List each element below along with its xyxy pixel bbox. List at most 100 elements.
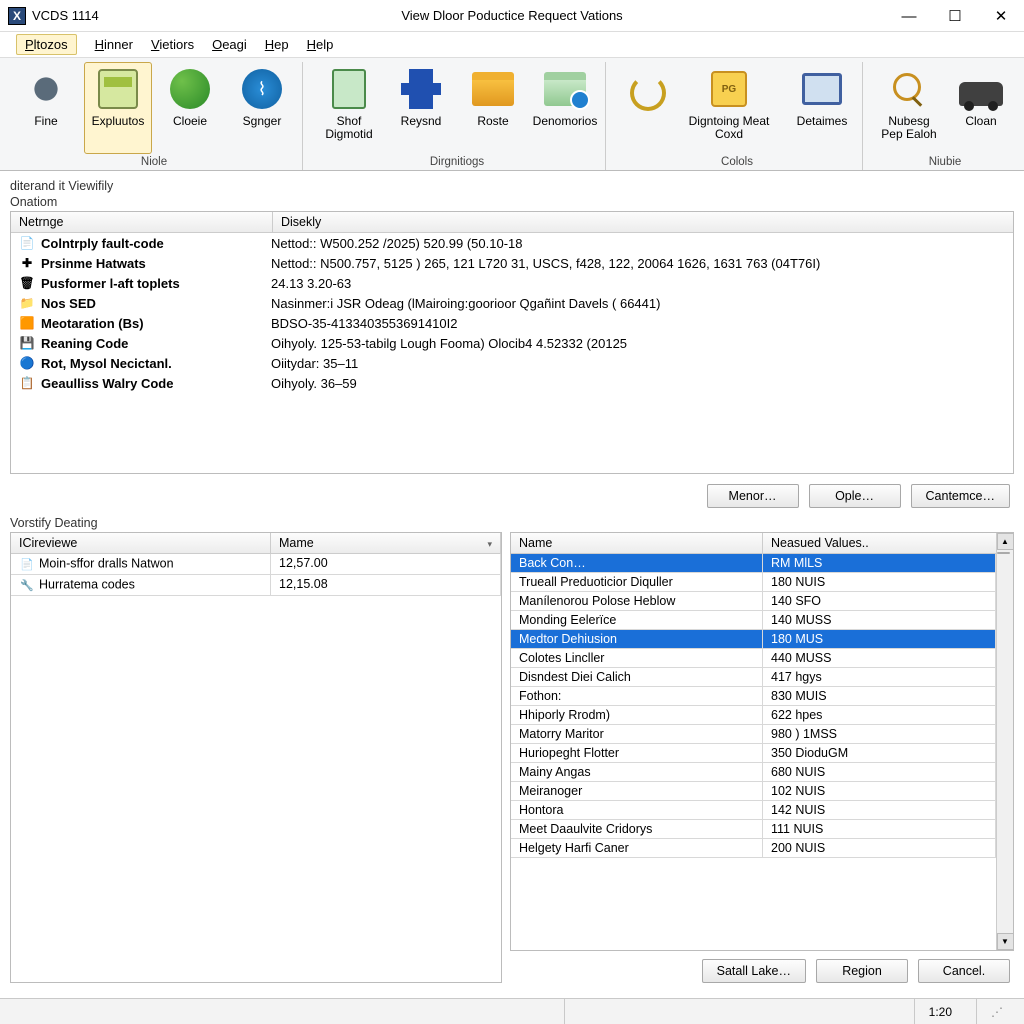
cell-value: 142 NUIS bbox=[763, 801, 996, 819]
info-value: Oihyoly. 36–59 bbox=[271, 376, 1005, 391]
right-th-val[interactable]: Neasued Values.. bbox=[763, 533, 1013, 553]
right-th-name[interactable]: Name bbox=[511, 533, 763, 553]
cell-value: 980 ) 1MSS bbox=[763, 725, 996, 743]
menu-vietiors[interactable]: Vietiors bbox=[151, 37, 194, 52]
mag-icon bbox=[889, 69, 929, 109]
ribbon-btn-expluutos[interactable]: Expluutos bbox=[84, 62, 152, 154]
ribbon-group: Nubesg Pep EalohCloanNiubie bbox=[869, 62, 1021, 170]
table-row[interactable]: 🔧Hurratema codes12,15.08 bbox=[11, 575, 501, 596]
ribbon-btn-sgnger[interactable]: ⌇Sgnger bbox=[228, 62, 296, 154]
cell-name: Disndest Diei Calich bbox=[511, 668, 763, 686]
ribbon-leading-icon[interactable] bbox=[618, 62, 670, 154]
info-value: Oiitydar: 35–11 bbox=[271, 356, 1005, 371]
row-icon: 🗑 bbox=[19, 275, 35, 291]
table-row[interactable]: Back Con…RM MlLS bbox=[511, 554, 996, 573]
scrollbar-vertical[interactable]: ▲ ▼ bbox=[996, 533, 1013, 950]
cell-value: 680 NUIS bbox=[763, 763, 996, 781]
scroll-thumb[interactable] bbox=[997, 552, 1010, 554]
table-row[interactable]: Meiranoger102 NUIS bbox=[511, 782, 996, 801]
menu-hep[interactable]: Hep bbox=[265, 37, 289, 52]
ribbon-group-label: Dirgnitiogs bbox=[430, 156, 484, 168]
table-row[interactable]: Hontora142 NUIS bbox=[511, 801, 996, 820]
cell-value: 180 NUIS bbox=[763, 573, 996, 591]
btn-ople-[interactable]: Ople… bbox=[809, 484, 901, 508]
info-row[interactable]: 📁Nos SEDNasinmer:i JSR Odeag (lMairoing:… bbox=[11, 293, 1013, 313]
chevron-down-icon[interactable]: ▾ bbox=[487, 539, 492, 550]
menu-bar: Pltozos Hinner Vietiors Oeagi Hep Help bbox=[0, 32, 1024, 58]
ribbon-btn-denomorios[interactable]: Denomorios bbox=[531, 62, 599, 154]
table-row[interactable]: Disndest Diei Calich417 hgys bbox=[511, 668, 996, 687]
close-button[interactable]: ✕ bbox=[978, 0, 1024, 32]
table-row[interactable]: Medtor Dehiusion180 MUS bbox=[511, 630, 996, 649]
info-row[interactable]: 🗑Pusformer l-aft toplets24.13 3.20-63 bbox=[11, 273, 1013, 293]
row-icon: 🟧 bbox=[19, 315, 35, 331]
scroll-down-icon[interactable]: ▼ bbox=[997, 933, 1014, 950]
ribbon-btn-digntoing-meat-coxd[interactable]: PGDigntoing Meat Coxd bbox=[674, 62, 784, 154]
cell-name: Manílenorou Polose Heblow bbox=[511, 592, 763, 610]
table-row[interactable]: Fothon:830 MUIS bbox=[511, 687, 996, 706]
btn-cancel-[interactable]: Cancel. bbox=[918, 959, 1010, 983]
menu-pltozos[interactable]: Pltozos bbox=[16, 34, 77, 55]
info-row[interactable]: 🟧Meotaration (Bs)BDSO-35-413340355369141… bbox=[11, 313, 1013, 333]
ribbon-btn-label: Cloeie bbox=[173, 115, 207, 128]
left-th-val[interactable]: Mame▾ bbox=[271, 533, 501, 553]
btn-region[interactable]: Region bbox=[816, 959, 908, 983]
left-th-key[interactable]: ICireviewe bbox=[11, 533, 271, 553]
row-icon: 📁 bbox=[19, 295, 35, 311]
info-value: Oihyoly. 125-53-tabilg Lough Fooma) Oloc… bbox=[271, 336, 1005, 351]
menu-oeagi[interactable]: Oeagi bbox=[212, 37, 247, 52]
ribbon-btn-nubesg-pep-ealoh[interactable]: Nubesg Pep Ealoh bbox=[875, 62, 943, 154]
table-row[interactable]: Mainy Angas680 NUIS bbox=[511, 763, 996, 782]
btn-satall-lake-[interactable]: Satall Lake… bbox=[702, 959, 806, 983]
bottom-button-row: Satall Lake… Region Cancel. bbox=[510, 951, 1014, 983]
info-row[interactable]: 📋Geaulliss Walry CodeOihyoly. 36–59 bbox=[11, 373, 1013, 393]
info-key: Reaning Code bbox=[41, 336, 128, 351]
row-icon: 📋 bbox=[19, 375, 35, 391]
status-time: 1:20 bbox=[914, 999, 966, 1024]
minimize-button[interactable]: — bbox=[886, 0, 932, 32]
ribbon-btn-cloan[interactable]: Cloan bbox=[947, 62, 1015, 154]
info-row[interactable]: 📄Colntrply fault-codeNettod:: W500.252 /… bbox=[11, 233, 1013, 253]
cell-name: Monding Eelerïce bbox=[511, 611, 763, 629]
resize-grip-icon[interactable]: ⋰ bbox=[976, 999, 1014, 1024]
table-row[interactable]: Matorry Maritor980 ) 1MSS bbox=[511, 725, 996, 744]
info-header-key[interactable]: Netrnge bbox=[11, 212, 273, 232]
info-row[interactable]: ✚Prsinme HatwatsNettod:: N500.757, 5125 … bbox=[11, 253, 1013, 273]
cell-name: Back Con… bbox=[511, 554, 763, 572]
info-value: Nasinmer:i JSR Odeag (lMairoing:goorioor… bbox=[271, 296, 1005, 311]
ribbon-btn-label: Roste bbox=[477, 115, 508, 128]
ribbon-btn-roste[interactable]: Roste bbox=[459, 62, 527, 154]
scroll-up-icon[interactable]: ▲ bbox=[997, 533, 1014, 550]
cell-value: 440 MUSS bbox=[763, 649, 996, 667]
table-row[interactable]: Huriopeght Flotter350 DioduGM bbox=[511, 744, 996, 763]
table-row[interactable]: Colotes Lincller440 MUSS bbox=[511, 649, 996, 668]
info-row[interactable]: 💾Reaning CodeOihyoly. 125-53-tabilg Loug… bbox=[11, 333, 1013, 353]
table-row[interactable]: Meet Daaulvite Cridorys111 NUIS bbox=[511, 820, 996, 839]
table-row[interactable]: Monding Eelerïce140 MUSS bbox=[511, 611, 996, 630]
ribbon-btn-fine[interactable]: Fine bbox=[12, 62, 80, 154]
menu-hinner[interactable]: Hinner bbox=[95, 37, 133, 52]
info-key: Rot, Mysol Necictanl. bbox=[41, 356, 172, 371]
menu-help[interactable]: Help bbox=[307, 37, 334, 52]
ribbon-group-label: Colols bbox=[721, 156, 753, 168]
right-table: Name Neasued Values.. Back Con…RM MlLSTr… bbox=[510, 532, 1014, 951]
ribbon-btn-cloeie[interactable]: Cloeie bbox=[156, 62, 224, 154]
info-row[interactable]: 🔵Rot, Mysol Necictanl.Oiitydar: 35–11 bbox=[11, 353, 1013, 373]
table-row[interactable]: Manílenorou Polose Heblow140 SFO bbox=[511, 592, 996, 611]
table-row[interactable]: Hhiporly Rrodm)622 hpes bbox=[511, 706, 996, 725]
ribbon-btn-shof-digmotid[interactable]: Shof Digmotid bbox=[315, 62, 383, 154]
ribbon-btn-reysnd[interactable]: Reysnd bbox=[387, 62, 455, 154]
left-panel-label: Vorstify Deating bbox=[10, 514, 1014, 532]
cell-name: Colotes Lincller bbox=[511, 649, 763, 667]
btn-menor-[interactable]: Menor… bbox=[707, 484, 799, 508]
table-row[interactable]: Helgety Harfi Caner200 NUIS bbox=[511, 839, 996, 858]
ribbon-group: PGDigntoing Meat CoxdDetaimes Colols bbox=[612, 62, 863, 170]
table-row[interactable]: 📄Moin-sffor dralls Natwon12,57.00 bbox=[11, 554, 501, 575]
table-row[interactable]: Trueall Preduoticior Diquller180 NUIS bbox=[511, 573, 996, 592]
btn-cantemce-[interactable]: Cantemce… bbox=[911, 484, 1010, 508]
folder-icon bbox=[472, 72, 514, 106]
info-header-val[interactable]: Disekly bbox=[273, 212, 1013, 232]
ribbon-btn-detaimes[interactable]: Detaimes bbox=[788, 62, 856, 154]
maximize-button[interactable]: ☐ bbox=[932, 0, 978, 32]
cell-name: Matorry Maritor bbox=[511, 725, 763, 743]
